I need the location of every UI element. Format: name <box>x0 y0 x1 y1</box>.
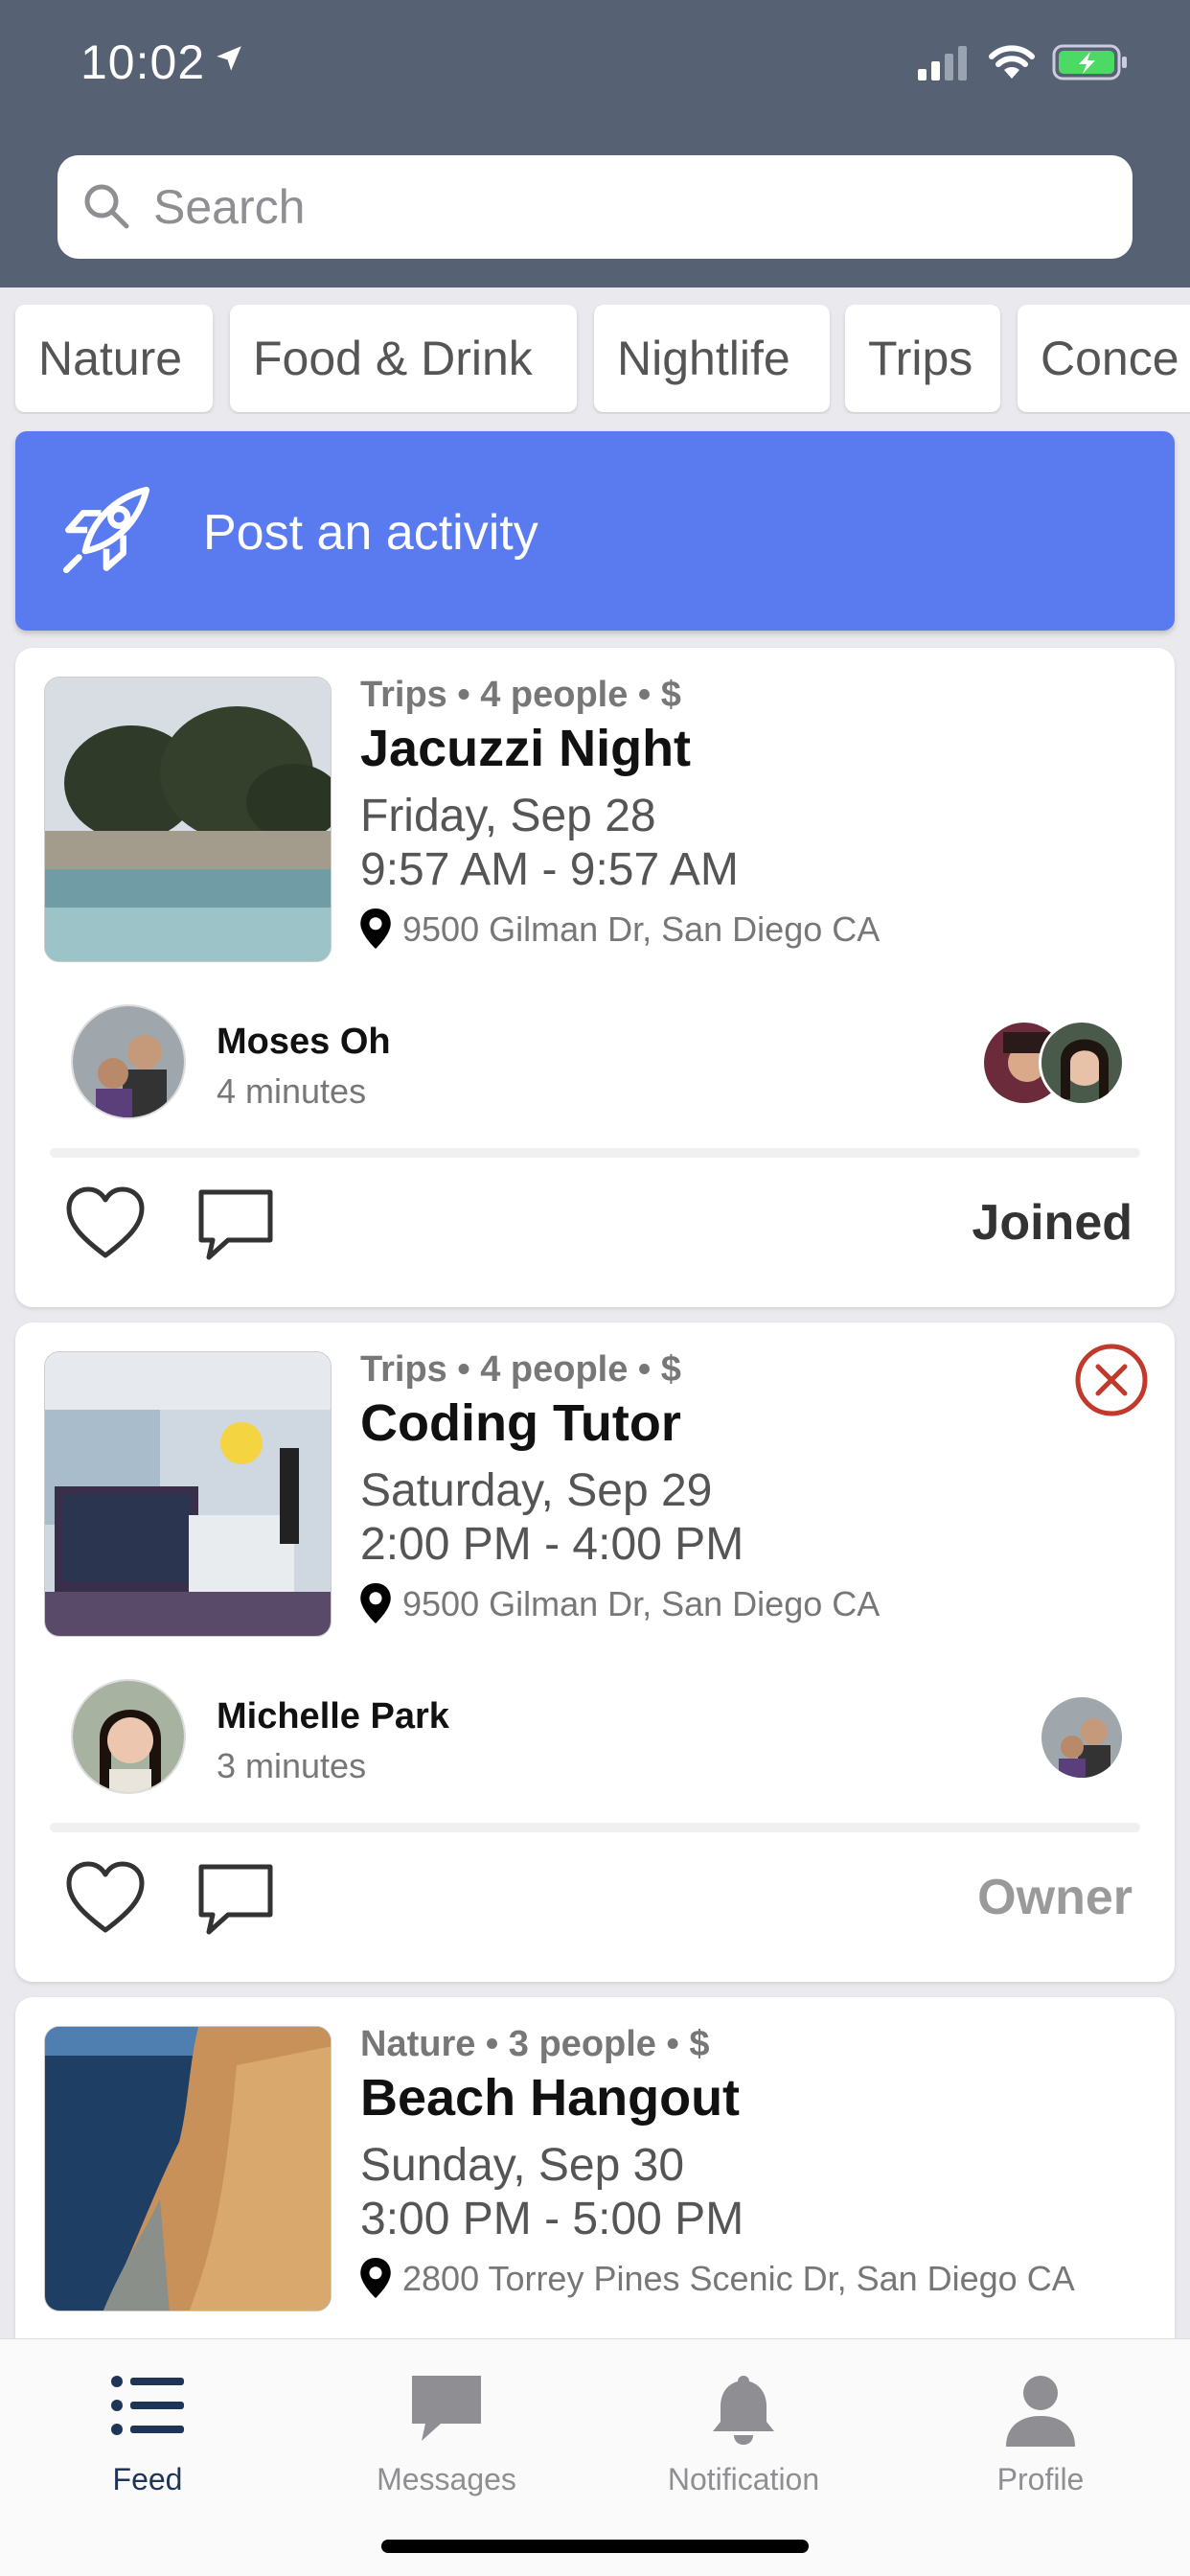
chip-food-drink[interactable]: Food & Drink <box>230 305 577 412</box>
attendee-avatar[interactable] <box>1039 1694 1125 1781</box>
activity-address: 9500 Gilman Dr, San Diego CA <box>360 908 880 950</box>
activity-date: Friday, Sep 28 <box>360 791 656 841</box>
attendee-avatar[interactable] <box>1039 1020 1125 1106</box>
host-avatar[interactable] <box>71 1004 186 1119</box>
activity-meta: Nature • 3 people • $ <box>360 2024 710 2064</box>
battery-charging-icon <box>1052 44 1127 80</box>
chip-nightlife[interactable]: Nightlife <box>594 305 830 412</box>
host-avatar[interactable] <box>71 1679 186 1794</box>
map-pin-icon <box>360 908 391 949</box>
host-row: Michelle Park 3 minutes <box>71 1679 1125 1798</box>
activity-meta: Trips • 4 people • $ <box>360 1349 681 1390</box>
activity-card[interactable]: Trips • 4 people • $ Jacuzzi Night Frida… <box>15 648 1175 1307</box>
activity-address: 9500 Gilman Dr, San Diego CA <box>360 1583 880 1624</box>
status-time: 10:02 <box>80 35 206 89</box>
cancel-icon[interactable] <box>1073 1342 1150 1418</box>
activity-title: Coding Tutor <box>360 1394 681 1452</box>
bell-icon <box>713 2376 774 2445</box>
host-name[interactable]: Michelle Park <box>217 1696 449 1737</box>
chip-concerts[interactable]: Conce <box>1018 305 1190 412</box>
category-chips: Nature Food & Drink Nightlife Trips Conc… <box>0 305 1190 414</box>
activity-card[interactable]: Trips • 4 people • $ Coding Tutor Saturd… <box>15 1322 1175 1982</box>
map-pin-icon <box>360 1583 391 1623</box>
activity-address-text: 9500 Gilman Dr, San Diego CA <box>402 1584 881 1623</box>
chat-bubble-icon <box>412 2376 481 2441</box>
tab-label: Feed <box>112 2462 183 2496</box>
tab-profile[interactable]: Profile <box>926 2357 1156 2500</box>
wifi-icon <box>989 45 1035 79</box>
comment-icon[interactable] <box>195 1861 276 1940</box>
activity-time: 2:00 PM - 4:00 PM <box>360 1519 744 1570</box>
activity-date: Saturday, Sep 29 <box>360 1465 713 1516</box>
search-icon <box>84 184 129 229</box>
divider <box>50 1148 1140 1158</box>
location-arrow-icon <box>217 46 241 71</box>
owner-status: Owner <box>977 1870 1133 1925</box>
host-row: Moses Oh 4 minutes <box>71 1004 1125 1123</box>
header: 10:02 <box>0 0 1190 288</box>
activity-address: 2800 Torrey Pines Scenic Dr, San Diego C… <box>360 2258 1075 2299</box>
attendee-avatars[interactable] <box>981 1020 1125 1106</box>
home-indicator[interactable] <box>381 2540 809 2553</box>
attendee-avatars[interactable] <box>1039 1694 1125 1781</box>
tab-notification[interactable]: Notification <box>629 2357 858 2500</box>
heart-icon[interactable] <box>63 1859 148 1936</box>
activity-title: Beach Hangout <box>360 2069 741 2127</box>
activity-date: Sunday, Sep 30 <box>360 2140 685 2191</box>
activity-photo <box>44 2026 332 2312</box>
tab-label: Notification <box>667 2462 820 2496</box>
divider <box>50 1823 1140 1832</box>
host-name[interactable]: Moses Oh <box>217 1022 391 1063</box>
activity-photo <box>44 1351 332 1637</box>
activity-photo <box>44 677 332 962</box>
rocket-icon <box>62 486 150 574</box>
activity-address-text: 9500 Gilman Dr, San Diego CA <box>402 909 881 949</box>
post-activity-label: Post an activity <box>203 505 538 561</box>
tab-feed[interactable]: Feed <box>33 2357 263 2500</box>
tab-messages[interactable]: Messages <box>332 2357 561 2500</box>
comment-icon[interactable] <box>195 1186 276 1265</box>
posted-time: 4 minutes <box>217 1071 367 1111</box>
list-icon <box>111 2376 184 2435</box>
tab-label: Profile <box>996 2462 1085 2496</box>
tab-label: Messages <box>377 2462 516 2496</box>
chip-nature[interactable]: Nature <box>15 305 213 412</box>
join-status[interactable]: Joined <box>972 1194 1133 1252</box>
activity-time: 9:57 AM - 9:57 AM <box>360 844 739 895</box>
map-pin-icon <box>360 2258 391 2298</box>
cellular-signal-icon <box>918 46 967 80</box>
activity-meta: Trips • 4 people • $ <box>360 675 681 715</box>
search-bar[interactable] <box>57 155 1133 259</box>
post-activity-button[interactable]: Post an activity <box>15 431 1175 631</box>
activity-time: 3:00 PM - 5:00 PM <box>360 2194 744 2244</box>
activity-title: Jacuzzi Night <box>360 720 692 777</box>
activity-address-text: 2800 Torrey Pines Scenic Dr, San Diego C… <box>402 2259 1075 2298</box>
posted-time: 3 minutes <box>217 1746 367 1785</box>
search-input[interactable] <box>153 169 1092 245</box>
person-icon <box>1006 2376 1075 2447</box>
status-bar: 10:02 <box>0 0 1190 134</box>
chip-trips[interactable]: Trips <box>845 305 1000 412</box>
heart-icon[interactable] <box>63 1184 148 1261</box>
